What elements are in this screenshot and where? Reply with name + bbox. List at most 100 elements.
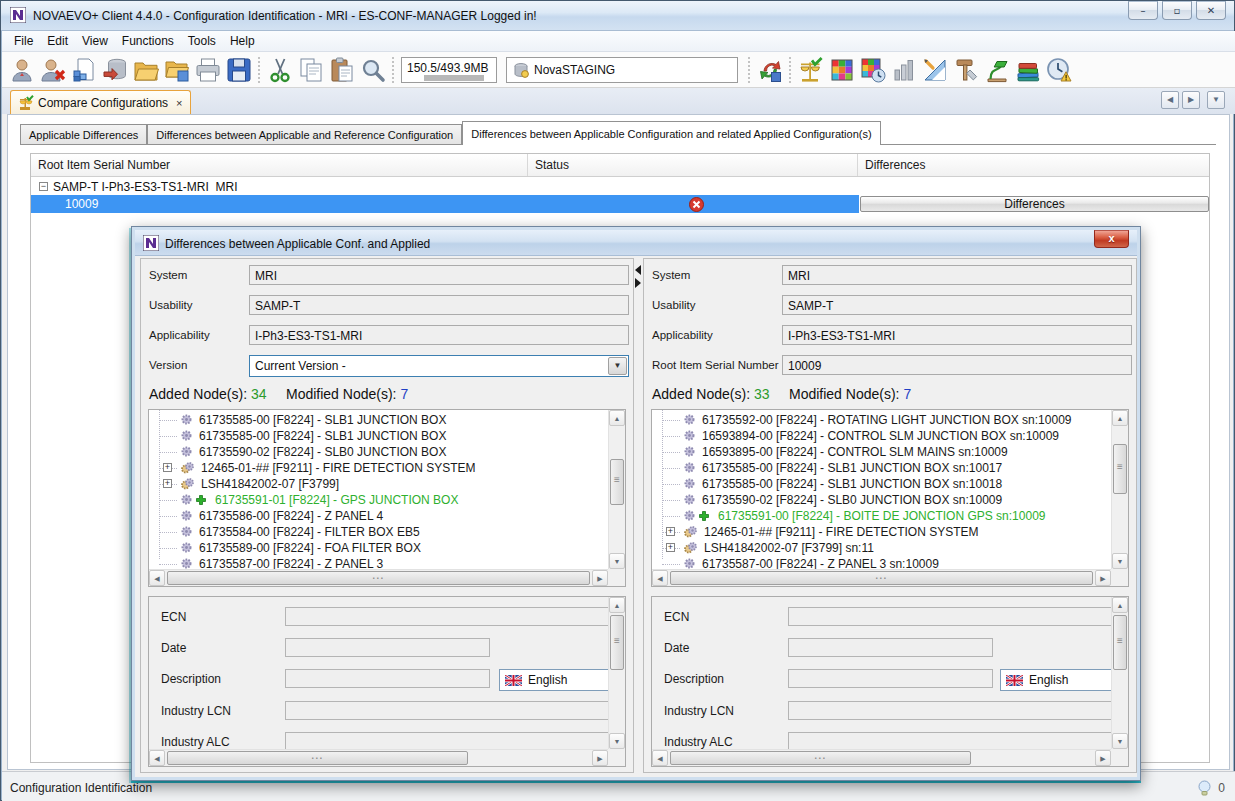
save-icon[interactable]: [223, 55, 254, 85]
date-field[interactable]: [285, 638, 490, 657]
menu-tools[interactable]: Tools: [181, 32, 223, 50]
open-folder-icon[interactable]: [130, 55, 161, 85]
delete-user-icon[interactable]: [37, 55, 68, 85]
tree-horizontal-scrollbar[interactable]: ◀▶: [149, 569, 608, 586]
menu-help[interactable]: Help: [223, 32, 262, 50]
industry-lcn-field[interactable]: [788, 701, 1116, 720]
tab-compare-configurations[interactable]: Compare Configurations ×: [10, 90, 191, 114]
tree-item[interactable]: 61735589-00 [F8224] - FOA FILTER BOX: [149, 540, 608, 556]
version-combobox[interactable]: Current Version - ▼: [249, 355, 629, 377]
form-vertical-scrollbar[interactable]: ▲▼: [608, 597, 625, 749]
applicability-field[interactable]: I-Ph3-ES3-TS1-MRI: [249, 325, 629, 345]
folder-item-icon[interactable]: [161, 55, 192, 85]
user-icon[interactable]: [6, 55, 37, 85]
menu-file[interactable]: File: [7, 32, 40, 50]
column-status[interactable]: Status: [528, 154, 858, 176]
expand-icon[interactable]: +: [666, 527, 675, 536]
form-horizontal-scrollbar[interactable]: ◀▶: [652, 749, 1111, 766]
print-icon[interactable]: [192, 55, 223, 85]
tab-scroll-right-button[interactable]: ▶: [1182, 91, 1200, 109]
copy-icon[interactable]: [295, 55, 326, 85]
form-horizontal-scrollbar[interactable]: ◀▶: [149, 749, 608, 766]
tree-item[interactable]: 61735590-02 [F8224] - SLB0 JUNCTION BOX …: [652, 492, 1111, 508]
config-cube-clock-icon[interactable]: [857, 55, 888, 85]
tree-item[interactable]: 61735586-00 [F8224] - Z PANEL 4: [149, 508, 608, 524]
tree-item[interactable]: 61735585-00 [F8224] - SLB1 JUNCTION BOX: [149, 428, 608, 444]
expand-icon[interactable]: +: [163, 463, 172, 472]
applicability-field[interactable]: I-Ph3-ES3-TS1-MRI: [782, 325, 1132, 345]
tree-item[interactable]: 61735590-02 [F8224] - SLB0 JUNCTION BOX: [149, 444, 608, 460]
subtab-2[interactable]: Differences between Applicable Configura…: [462, 121, 880, 145]
tree-item[interactable]: 16593895-00 [F8224] - CONTROL SLM MAINS …: [652, 444, 1111, 460]
tree-item[interactable]: 16593894-00 [F8224] - CONTROL SLM JUNCTI…: [652, 428, 1111, 444]
subtab-1[interactable]: Differences between Applicable and Refer…: [147, 124, 462, 145]
tree-item[interactable]: 61735591-00 [F8224] - BOITE DE JONCTION …: [652, 508, 1111, 524]
language-combobox[interactable]: English: [1000, 669, 1116, 691]
refresh-icon[interactable]: [754, 55, 785, 85]
column-differences[interactable]: Differences: [858, 154, 1209, 176]
lamp-icon[interactable]: [981, 55, 1012, 85]
statistics-icon[interactable]: [888, 55, 919, 85]
chevron-down-icon[interactable]: ▼: [608, 357, 627, 375]
tree-item[interactable]: 61735585-00 [F8224] - SLB1 JUNCTION BOX …: [652, 476, 1111, 492]
tree-item[interactable]: 61735587-00 [F8224] - Z PANEL 3 sn:10009: [652, 556, 1111, 569]
search-icon[interactable]: [357, 55, 388, 85]
tree-item[interactable]: +LSH41842002-07 [F3799]: [149, 476, 608, 492]
ecn-field[interactable]: [788, 607, 1116, 626]
ecn-field[interactable]: [285, 607, 619, 626]
tree-item[interactable]: 61735591-01 [F8224] - GPS JUNCTION BOX: [149, 492, 608, 508]
description-field[interactable]: [788, 669, 993, 688]
menu-view[interactable]: View: [75, 32, 115, 50]
column-root-item-serial-number[interactable]: Root Item Serial Number: [31, 154, 528, 176]
close-button[interactable]: ✕: [1196, 1, 1226, 20]
tree-vertical-scrollbar[interactable]: ▲▼: [608, 410, 625, 569]
table-row-root[interactable]: − SAMP-T I-Ph3-ES3-TS1-MRI MRI: [31, 178, 1209, 195]
new-item-icon[interactable]: [68, 55, 99, 85]
compare-icon[interactable]: [795, 55, 826, 85]
tree-item[interactable]: 61735585-00 [F8224] - SLB1 JUNCTION BOX …: [652, 460, 1111, 476]
expand-icon[interactable]: +: [163, 479, 172, 488]
tree-item[interactable]: 61735592-00 [F8224] - ROTATING LIGHT JUN…: [652, 412, 1111, 428]
tab-close-icon[interactable]: ×: [176, 97, 182, 109]
subtab-0[interactable]: Applicable Differences: [20, 124, 147, 145]
clock-warning-icon[interactable]: [1043, 55, 1074, 85]
system-field[interactable]: MRI: [249, 265, 629, 285]
tree-item[interactable]: 61735587-00 [F8224] - Z PANEL 3: [149, 556, 608, 569]
root-serial-field[interactable]: 10009: [782, 355, 1132, 375]
tree-item[interactable]: 61735585-00 [F8224] - SLB1 JUNCTION BOX: [149, 412, 608, 428]
differences-button[interactable]: Differences: [860, 196, 1209, 212]
collapse-icon[interactable]: −: [39, 182, 48, 191]
usability-field[interactable]: SAMP-T: [249, 295, 629, 315]
system-field[interactable]: MRI: [782, 265, 1132, 285]
usability-field[interactable]: SAMP-T: [782, 295, 1132, 315]
menu-functions[interactable]: Functions: [115, 32, 181, 50]
tree-horizontal-scrollbar[interactable]: ◀▶: [652, 569, 1111, 586]
bulb-icon[interactable]: [1197, 780, 1212, 796]
cut-icon[interactable]: [264, 55, 295, 85]
tree-item[interactable]: +LSH41842002-07 [F3799] sn:11: [652, 540, 1111, 556]
staging-field[interactable]: NovaSTAGING: [506, 57, 738, 83]
industry-lcn-field[interactable]: [285, 701, 619, 720]
import-database-icon[interactable]: [99, 55, 130, 85]
menu-edit[interactable]: Edit: [40, 32, 75, 50]
description-field[interactable]: [285, 669, 490, 688]
paste-icon[interactable]: [326, 55, 357, 85]
maximize-button[interactable]: ▫: [1162, 1, 1192, 20]
date-field[interactable]: [788, 638, 993, 657]
table-row-serial[interactable]: 10009: [31, 195, 859, 213]
tab-list-button[interactable]: ▼: [1207, 91, 1225, 109]
tree-item[interactable]: 61735584-00 [F8224] - FILTER BOX EB5: [149, 524, 608, 540]
tree-vertical-scrollbar[interactable]: ▲▼: [1111, 410, 1128, 569]
language-combobox[interactable]: English: [499, 669, 619, 691]
tab-scroll-left-button[interactable]: ◀: [1161, 91, 1179, 109]
form-vertical-scrollbar[interactable]: ▲▼: [1111, 597, 1128, 749]
library-icon[interactable]: [1012, 55, 1043, 85]
dialog-close-button[interactable]: x: [1094, 230, 1129, 248]
minimize-button[interactable]: –: [1128, 1, 1158, 20]
expand-icon[interactable]: +: [666, 543, 675, 552]
design-icon[interactable]: [919, 55, 950, 85]
tools-icon[interactable]: [950, 55, 981, 85]
tree-item[interactable]: +12465-01-## [F9211] - FIRE DETECTION SY…: [149, 460, 608, 476]
config-cube-icon[interactable]: [826, 55, 857, 85]
tree-item[interactable]: +12465-01-## [F9211] - FIRE DETECTION SY…: [652, 524, 1111, 540]
